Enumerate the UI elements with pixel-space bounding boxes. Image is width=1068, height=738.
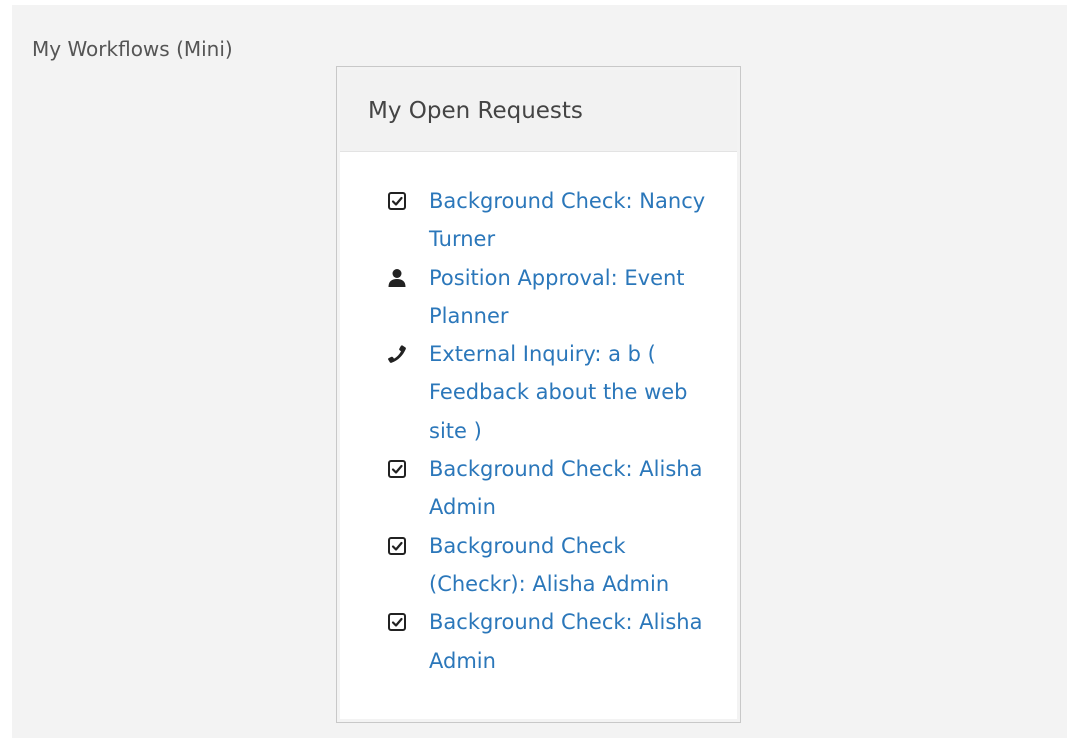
check-square-icon bbox=[388, 460, 406, 479]
request-link[interactable]: Background Check: Alisha Admin bbox=[429, 610, 702, 672]
list-item: External Inquiry: a b ( Feedback about t… bbox=[387, 335, 717, 450]
list-item: Background Check: Alisha Admin bbox=[387, 450, 717, 527]
list-item: Background Check: Alisha Admin bbox=[387, 603, 717, 680]
user-icon bbox=[388, 268, 406, 287]
check-square-icon bbox=[388, 192, 406, 210]
request-link[interactable]: Position Approval: Event Planner bbox=[429, 266, 685, 328]
open-requests-panel: My Open Requests Background Check: Nancy… bbox=[336, 66, 741, 723]
list-item: Background Check: Nancy Turner bbox=[387, 182, 717, 259]
request-list: Background Check: Nancy Turner Position … bbox=[387, 182, 717, 680]
request-link[interactable]: External Inquiry: a b ( Feedback about t… bbox=[429, 342, 688, 443]
request-link[interactable]: Background Check: Alisha Admin bbox=[429, 457, 702, 519]
panel-title: My Open Requests bbox=[368, 98, 583, 124]
check-square-icon bbox=[388, 613, 406, 632]
request-link[interactable]: Background Check: Nancy Turner bbox=[429, 189, 705, 251]
block-title: My Workflows (Mini) bbox=[32, 37, 233, 61]
list-item: Background Check (Checkr): Alisha Admin bbox=[387, 527, 717, 604]
panel-heading: My Open Requests bbox=[340, 70, 737, 152]
check-square-icon bbox=[388, 536, 406, 555]
phone-icon bbox=[388, 345, 406, 364]
list-item: Position Approval: Event Planner bbox=[387, 259, 717, 336]
request-link[interactable]: Background Check (Checkr): Alisha Admin bbox=[429, 534, 669, 596]
block-container: My Workflows (Mini) My Open Requests Bac… bbox=[12, 5, 1067, 738]
